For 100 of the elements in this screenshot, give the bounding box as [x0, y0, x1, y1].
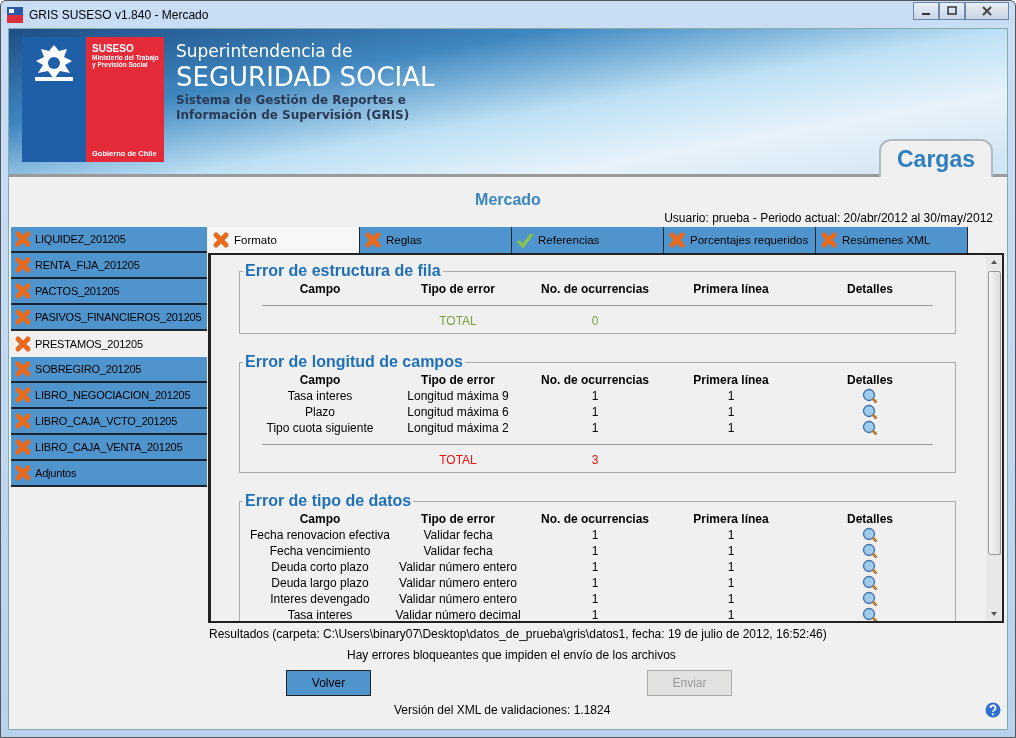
scroll-down-icon[interactable] — [990, 611, 998, 617]
table-cell: 1 — [727, 592, 735, 606]
column-header: Campo — [299, 282, 341, 296]
table-cell: Validar número entero — [399, 592, 517, 606]
table-cell: 1 — [591, 405, 599, 419]
tab[interactable]: Referencias — [512, 227, 664, 253]
maximize-icon — [947, 5, 957, 16]
total-value: 3 — [591, 453, 599, 467]
results-info: Resultados (carpeta: C:\Users\binary07\Desktop\datos_de_prueba\gris\datos1, fecha: 19 de julio de 2012, 16:52:46) — [209, 627, 828, 641]
search-icon[interactable] — [862, 527, 878, 543]
maximize-button[interactable] — [939, 1, 965, 20]
table-cell: Validar número decimal — [395, 608, 521, 621]
tab[interactable]: Formato — [208, 227, 360, 253]
sidebar-item[interactable]: PACTOS_201205 — [11, 279, 207, 305]
system-subtitle: Información de Supervisión (GRIS) — [176, 108, 411, 123]
search-icon[interactable] — [862, 607, 878, 621]
search-icon[interactable] — [862, 559, 878, 575]
sidebar-item[interactable]: Adjuntos — [11, 461, 207, 487]
table-cell: Deuda largo plazo — [271, 576, 369, 590]
table-cell: 1 — [727, 560, 735, 574]
tab[interactable]: Reglas — [360, 227, 512, 253]
table-cell: Longitud máxima 6 — [407, 405, 509, 419]
scroll-thumb[interactable] — [987, 271, 1001, 555]
search-icon[interactable] — [862, 420, 878, 436]
window-title: GRIS SUSESO v1.840 - Mercado — [29, 7, 209, 22]
table-cell: Tasa interes — [287, 389, 353, 403]
table-cell: Tasa interes — [287, 608, 353, 621]
section-title: Error de tipo de datos — [243, 491, 414, 510]
column-header: Primera línea — [693, 282, 769, 296]
section-tab[interactable]: Cargas — [879, 139, 993, 177]
total-label: TOTAL — [439, 314, 477, 328]
close-button[interactable] — [965, 1, 1009, 20]
column-header: Detalles — [847, 282, 893, 296]
sidebar-item[interactable]: SOBREGIRO_201205 — [11, 357, 207, 383]
table-cell: Longitud máxima 2 — [407, 421, 509, 435]
column-header: Detalles — [847, 373, 893, 387]
table-cell: 1 — [591, 560, 599, 574]
search-icon[interactable] — [862, 388, 878, 404]
table-cell: Validar número entero — [399, 576, 517, 590]
warning-message: Hay errores bloqueantes que impiden el envío de los archivos — [347, 648, 677, 662]
search-icon[interactable] — [862, 543, 878, 559]
user-info: Usuario: prueba - Periodo actual: 20/abr/2012 al 30/may/2012 — [664, 211, 993, 225]
search-icon[interactable] — [862, 404, 878, 420]
sidebar-item[interactable]: LIBRO_NEGOCIACION_201205 — [11, 383, 207, 409]
tab[interactable]: Resúmenes XML — [816, 227, 968, 253]
table-cell: Validar número entero — [399, 560, 517, 574]
sidebar-item[interactable]: LIBRO_CAJA_VENTA_201205 — [11, 435, 207, 461]
scroll-up-icon[interactable] — [990, 259, 998, 265]
minimize-button[interactable] — [913, 1, 939, 20]
table-cell: 1 — [727, 576, 735, 590]
sidebar-item[interactable]: LIQUIDEZ_201205 — [11, 227, 207, 253]
column-header: No. de ocurrencias — [540, 373, 649, 387]
table-cell: 1 — [727, 405, 735, 419]
tab[interactable]: Porcentajes requeridos — [664, 227, 816, 253]
table-cell: Deuda corto plazo — [271, 560, 369, 574]
agency-title: Superintendencia de — [176, 41, 354, 61]
search-icon[interactable] — [862, 591, 878, 607]
column-header: Tipo de error — [421, 282, 495, 296]
column-header: Tipo de error — [421, 373, 495, 387]
table-cell: 1 — [591, 528, 599, 542]
table-cell: Plazo — [305, 405, 335, 419]
column-header: No. de ocurrencias — [540, 512, 649, 526]
section-title: Error de longitud de campos — [243, 352, 465, 371]
table-cell: 1 — [591, 576, 599, 590]
table-cell: 1 — [591, 592, 599, 606]
column-header: Primera línea — [693, 373, 769, 387]
sidebar-item[interactable]: RENTA_FIJA_201205 — [11, 253, 207, 279]
table-cell: 1 — [727, 389, 735, 403]
table-cell: Fecha vencimiento — [269, 544, 371, 558]
close-icon — [982, 5, 992, 16]
table-cell: 1 — [727, 544, 735, 558]
table-cell: 1 — [727, 528, 735, 542]
table-cell: Validar fecha — [423, 528, 493, 542]
total-label: TOTAL — [439, 453, 477, 467]
table-cell: 1 — [591, 389, 599, 403]
search-icon[interactable] — [862, 575, 878, 591]
table-cell: Longitud máxima 9 — [407, 389, 509, 403]
system-subtitle: Sistema de Gestión de Reportes e — [176, 93, 407, 108]
table-cell: 1 — [591, 421, 599, 435]
table-cell: Fecha renovacion efectiva — [249, 528, 391, 542]
scrollbar[interactable] — [986, 255, 1002, 621]
help-icon[interactable] — [985, 702, 1001, 718]
minimize-icon — [922, 12, 930, 15]
version-info: Versión del XML de validaciones: 1.1824 — [394, 703, 611, 717]
action-button[interactable]: Volver — [286, 670, 371, 696]
table-cell: 1 — [727, 608, 735, 621]
sidebar-item[interactable]: PASIVOS_FINANCIEROS_201205 — [11, 305, 207, 331]
table-cell: Validar fecha — [423, 544, 493, 558]
agency-title: SEGURIDAD SOCIAL — [176, 61, 435, 93]
app-icon — [7, 6, 23, 23]
column-header: Campo — [299, 373, 341, 387]
column-header: No. de ocurrencias — [540, 282, 649, 296]
column-header: Detalles — [847, 512, 893, 526]
table-cell: Interes devengado — [270, 592, 370, 606]
org-name: SUSESO — [92, 43, 135, 54]
column-header: Primera línea — [693, 512, 769, 526]
column-header: Tipo de error — [421, 512, 495, 526]
column-header: Campo — [299, 512, 341, 526]
sidebar-item[interactable]: LIBRO_CAJA_VCTO_201205 — [11, 409, 207, 435]
page-title: Mercado — [475, 191, 541, 209]
